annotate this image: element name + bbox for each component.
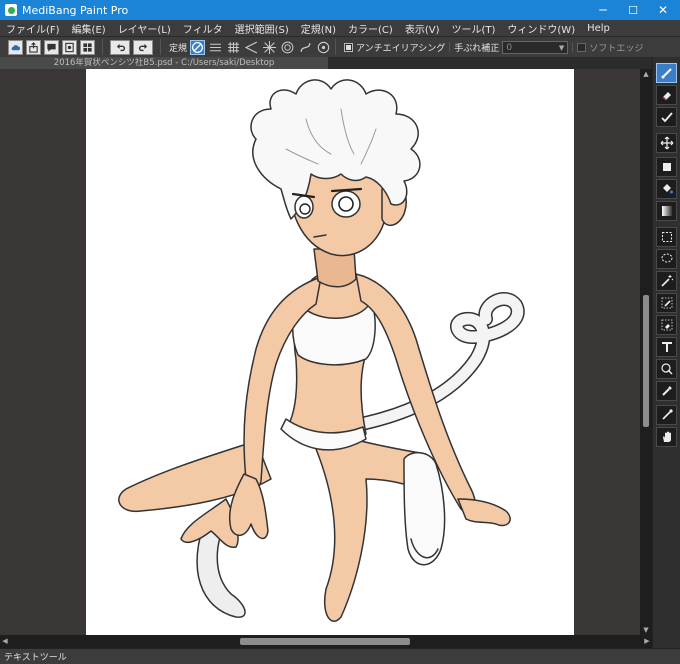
cloud-icon[interactable] xyxy=(8,39,23,55)
menu-file[interactable]: ファイル(F) xyxy=(0,21,66,36)
radial-burst-icon[interactable] xyxy=(262,40,277,55)
character-illustration xyxy=(118,79,525,622)
curve-ruler-icon[interactable] xyxy=(298,40,313,55)
concentric-circle-icon[interactable] xyxy=(280,40,295,55)
dot-icon[interactable] xyxy=(656,107,677,127)
scroll-up-icon[interactable]: ▲ xyxy=(640,69,652,79)
antialias-label: アンチエイリアシング xyxy=(356,43,446,54)
text-icon[interactable] xyxy=(656,337,677,357)
scroll-left-icon[interactable]: ◀ xyxy=(0,635,10,648)
hand-icon[interactable] xyxy=(656,427,677,447)
horizontal-scroll-thumb[interactable] xyxy=(240,638,410,645)
grid-icon[interactable] xyxy=(80,39,95,55)
menu-bar: ファイル(F) 編集(E) レイヤー(L) フィルタ 選択範囲(S) 定規(N)… xyxy=(0,20,680,36)
undo-icon[interactable] xyxy=(110,39,130,55)
radial-line-icon[interactable] xyxy=(244,40,259,55)
move-icon[interactable] xyxy=(656,133,677,153)
antialias-checkbox[interactable] xyxy=(344,42,354,52)
select-rect-icon[interactable] xyxy=(656,227,677,247)
menu-help[interactable]: Help xyxy=(581,23,616,34)
fill-rect-icon[interactable] xyxy=(656,157,677,177)
eyedropper-icon[interactable] xyxy=(656,381,677,401)
menu-selection[interactable]: 選択範囲(S) xyxy=(229,21,295,36)
brush-icon[interactable] xyxy=(656,63,677,83)
soft-edge-label: ソフトエッジ xyxy=(589,43,644,54)
canvas-paper[interactable] xyxy=(86,69,574,635)
share-icon[interactable] xyxy=(26,39,41,55)
menu-filter[interactable]: フィルタ xyxy=(177,21,229,36)
ellipse-ruler-icon[interactable] xyxy=(316,40,331,55)
status-bar: テキストツール xyxy=(0,648,680,664)
select-pen-icon[interactable] xyxy=(656,293,677,313)
toolbar: 定規 アンチエイリアシング 手ぶれ補正 0 ▼ ソフトエッジ xyxy=(0,36,680,57)
close-button[interactable]: ✕ xyxy=(648,0,678,20)
maximize-button[interactable]: ☐ xyxy=(618,0,648,20)
scroll-down-icon[interactable]: ▼ xyxy=(640,625,652,635)
comment-icon[interactable] xyxy=(44,39,59,55)
cross-ruler-icon[interactable] xyxy=(226,40,241,55)
window-title: MediBang Paint Pro xyxy=(22,3,129,17)
chevron-down-icon: ▼ xyxy=(558,43,565,52)
operation-icon[interactable] xyxy=(656,359,677,379)
menu-tool[interactable]: ツール(T) xyxy=(445,21,501,36)
stabilizer-label: 手ぶれ補正 xyxy=(454,43,500,54)
menu-window[interactable]: ウィンドウ(W) xyxy=(501,21,581,36)
magic-wand-icon[interactable] xyxy=(656,271,677,291)
parallel-ruler-icon[interactable] xyxy=(208,40,223,55)
menu-view[interactable]: 表示(V) xyxy=(399,21,446,36)
tool-panel xyxy=(652,57,680,648)
horizontal-scrollbar[interactable]: ◀ ▶ xyxy=(0,635,652,648)
gradient-icon[interactable] xyxy=(656,201,677,221)
ruler-off-icon[interactable] xyxy=(190,39,206,55)
menu-edit[interactable]: 編集(E) xyxy=(66,21,112,36)
dropper-icon[interactable] xyxy=(656,405,677,425)
menu-layer[interactable]: レイヤー(L) xyxy=(112,21,177,36)
canvas-area[interactable] xyxy=(0,69,640,635)
bucket-icon[interactable] xyxy=(656,179,677,199)
stabilizer-value: 0 xyxy=(506,42,513,53)
status-tool-name: テキストツール xyxy=(4,653,67,663)
ruler-label: 定規 xyxy=(169,43,188,54)
redo-icon[interactable] xyxy=(133,39,153,55)
eraser-icon[interactable] xyxy=(656,85,677,105)
document-tab-bar: 2016年賀状ペンシツ社B5.psd - C:/Users/saki/Deskt… xyxy=(0,57,652,69)
menu-ruler[interactable]: 定規(N) xyxy=(295,21,342,36)
menu-color[interactable]: カラー(C) xyxy=(342,21,399,36)
medibang-app-icon xyxy=(5,4,17,16)
stabilizer-dropdown[interactable]: 0 ▼ xyxy=(502,40,569,54)
scroll-right-icon[interactable]: ▶ xyxy=(642,635,652,648)
vertical-scroll-thumb[interactable] xyxy=(643,295,649,427)
document-tab[interactable]: 2016年賀状ペンシツ社B5.psd - C:/Users/saki/Deskt… xyxy=(0,57,328,69)
material-icon[interactable] xyxy=(62,39,77,55)
minimize-button[interactable]: ─ xyxy=(588,0,618,20)
vertical-scrollbar[interactable]: ▲ ▼ xyxy=(640,69,652,635)
soft-edge-checkbox[interactable] xyxy=(577,42,587,52)
title-bar: MediBang Paint Pro xyxy=(0,0,680,20)
select-eraser-icon[interactable] xyxy=(656,315,677,335)
lasso-icon[interactable] xyxy=(656,249,677,269)
